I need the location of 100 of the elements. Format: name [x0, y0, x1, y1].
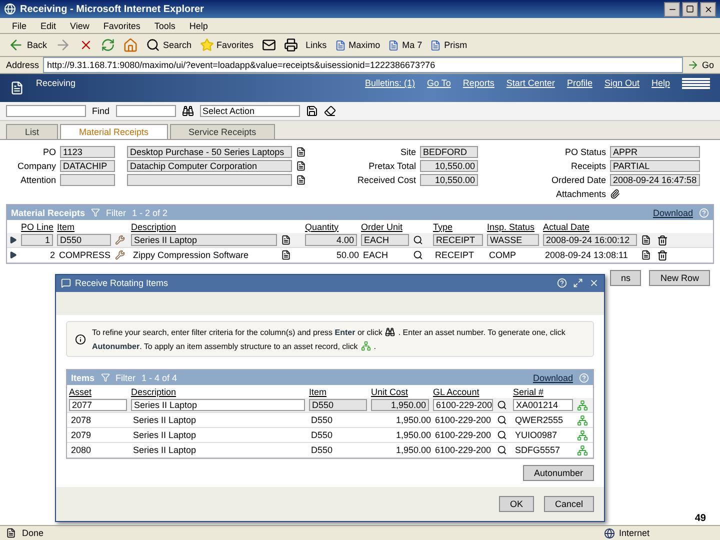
field-input[interactable]: PARTIAL: [610, 160, 700, 172]
column-header[interactable]: Description: [131, 386, 309, 397]
address-field[interactable]: http://9.31.168.71:9080/maximo/ui/?event=loadapp&value=receipts&uisessionid=1222386673?76: [43, 57, 683, 73]
table-cell-input[interactable]: 2077: [69, 399, 127, 412]
link-button[interactable]: Ma 7: [388, 40, 422, 50]
menu-item[interactable]: Edit: [40, 20, 56, 30]
menu-item[interactable]: View: [70, 20, 90, 30]
link-button[interactable]: Prism: [430, 40, 468, 50]
table-cell-input[interactable]: 4.00: [305, 234, 357, 246]
field-input[interactable]: 2008-09-24 16:47:58: [610, 174, 700, 186]
description-field[interactable]: Datachip Computer Corporation: [127, 160, 292, 172]
tab[interactable]: Material Receipts: [60, 124, 168, 139]
menu-item[interactable]: Favorites: [103, 20, 140, 30]
field-label: Receipts: [570, 161, 606, 171]
column-header[interactable]: Asset: [69, 386, 131, 397]
dialog-button[interactable]: OK: [498, 496, 534, 512]
header-link[interactable]: Bulletins: (1): [365, 78, 416, 88]
page-button[interactable]: New Row: [649, 270, 710, 286]
table-cell-input[interactable]: 2008-09-24 16:00:12: [543, 234, 637, 246]
tab[interactable]: List: [6, 124, 58, 139]
table-cell-input[interactable]: XA001214: [513, 399, 573, 412]
download-link[interactable]: Download: [652, 208, 693, 218]
table-cell-text: D550: [310, 429, 334, 442]
column-header[interactable]: GL Account: [433, 386, 497, 397]
dialog-button[interactable]: Cancel: [544, 496, 594, 512]
field-input[interactable]: 1123: [60, 146, 115, 158]
message-text: . Enter an asset number. To generate one, click: [398, 328, 566, 337]
menu-item[interactable]: Help: [189, 20, 208, 30]
column-header[interactable]: Unit Cost: [371, 386, 433, 397]
table-cell-input[interactable]: 1: [21, 234, 53, 246]
column-header[interactable]: Actual Date: [543, 222, 641, 232]
header-link[interactable]: Reports: [462, 78, 494, 88]
field-label: PO: [42, 147, 56, 157]
page-number: 49: [694, 513, 706, 524]
column-header[interactable]: Description: [131, 222, 281, 232]
field-label: Attachments: [554, 189, 606, 199]
table-cell-text: COMP: [488, 249, 517, 261]
back-button[interactable]: Back: [8, 37, 48, 53]
dialog-title: Receive Rotating Items: [75, 278, 168, 288]
header-link[interactable]: Start Center: [506, 78, 555, 88]
header-link[interactable]: Help: [651, 78, 670, 88]
table-title: Material Receipts: [11, 208, 86, 218]
menu-item[interactable]: Tools: [154, 20, 176, 30]
table-cell-text: EACH: [362, 249, 390, 261]
table-cell-input[interactable]: Series II Laptop: [131, 234, 277, 246]
table-cell-text: RECEIPT: [434, 249, 476, 261]
address-label: Address: [6, 60, 40, 70]
page-button[interactable]: ns: [610, 270, 642, 286]
search-button[interactable]: Search: [146, 38, 192, 52]
column-header[interactable]: Item: [57, 222, 115, 232]
table-cell-text: 1,950.00: [394, 414, 432, 426]
field-input[interactable]: 10,550.00: [420, 160, 478, 172]
field-label: Received Cost: [356, 175, 416, 185]
table-cell-text: 2: [48, 249, 56, 261]
table-cell-text: 1,950.00: [394, 429, 432, 442]
table-cell-input[interactable]: WASSE: [487, 234, 539, 246]
field-label: Company: [16, 161, 56, 171]
tab[interactable]: Service Receipts: [170, 124, 276, 139]
table-cell-text: 50.00: [335, 249, 360, 261]
column-header[interactable]: Type: [433, 222, 487, 232]
field-input[interactable]: BEDFORD: [420, 146, 478, 158]
column-header[interactable]: Quantity: [305, 222, 361, 232]
action-select[interactable]: Select Action: [200, 105, 300, 117]
field-label: PO Status: [564, 147, 606, 157]
header-link[interactable]: Sign Out: [604, 78, 640, 88]
message-text: .: [374, 342, 376, 351]
table-cell-text: D550: [310, 414, 334, 426]
field-label: Ordered Date: [550, 175, 606, 185]
table-cell-input[interactable]: RECEIPT: [433, 234, 483, 246]
header-link[interactable]: Go To: [427, 78, 451, 88]
autonumber-button[interactable]: Autonumber: [522, 465, 594, 482]
column-header[interactable]: Item: [309, 386, 371, 397]
table-cell-input[interactable]: Series II Laptop: [131, 399, 305, 412]
message-text: Autonumber. To apply an item assembly structure to an asset record, click: [92, 342, 358, 351]
column-header[interactable]: Serial #: [513, 386, 577, 397]
field-label: Attention: [19, 175, 56, 185]
status-text: Done: [22, 528, 44, 538]
table-cell-text: 6100-229-200: [434, 429, 492, 442]
table-cell-text: Series II Laptop: [132, 429, 198, 442]
field-input[interactable]: 10,550.00: [420, 174, 478, 186]
table-cell-input[interactable]: D550: [57, 234, 111, 246]
go-button[interactable]: Go: [686, 59, 714, 71]
description-field[interactable]: Desktop Purchase - 50 Series Laptops: [127, 146, 292, 158]
column-header[interactable]: Insp. Status: [487, 222, 543, 232]
table-cell-input[interactable]: EACH: [361, 234, 409, 246]
table-cell-input[interactable]: 1,950.00: [371, 399, 429, 412]
download-link[interactable]: Download: [532, 372, 573, 383]
favorites-button[interactable]: Favorites: [200, 38, 254, 52]
field-input[interactable]: APPR: [610, 146, 700, 158]
header-link[interactable]: Profile: [566, 78, 592, 88]
menu-item[interactable]: File: [12, 20, 27, 30]
column-header[interactable]: Order Unit: [361, 222, 413, 232]
paging-text: 1 - 2 of 2: [132, 208, 168, 218]
table-cell-input[interactable]: D550: [309, 399, 367, 412]
link-button[interactable]: Maximo: [334, 40, 380, 50]
table-cell-text: Zippy Compression Software: [132, 249, 250, 261]
table-cell-input[interactable]: 6100-229-200: [433, 399, 493, 412]
field-input[interactable]: DATACHIP: [60, 160, 115, 172]
column-header[interactable]: PO Line: [21, 222, 57, 232]
field-label: Site: [399, 147, 416, 157]
